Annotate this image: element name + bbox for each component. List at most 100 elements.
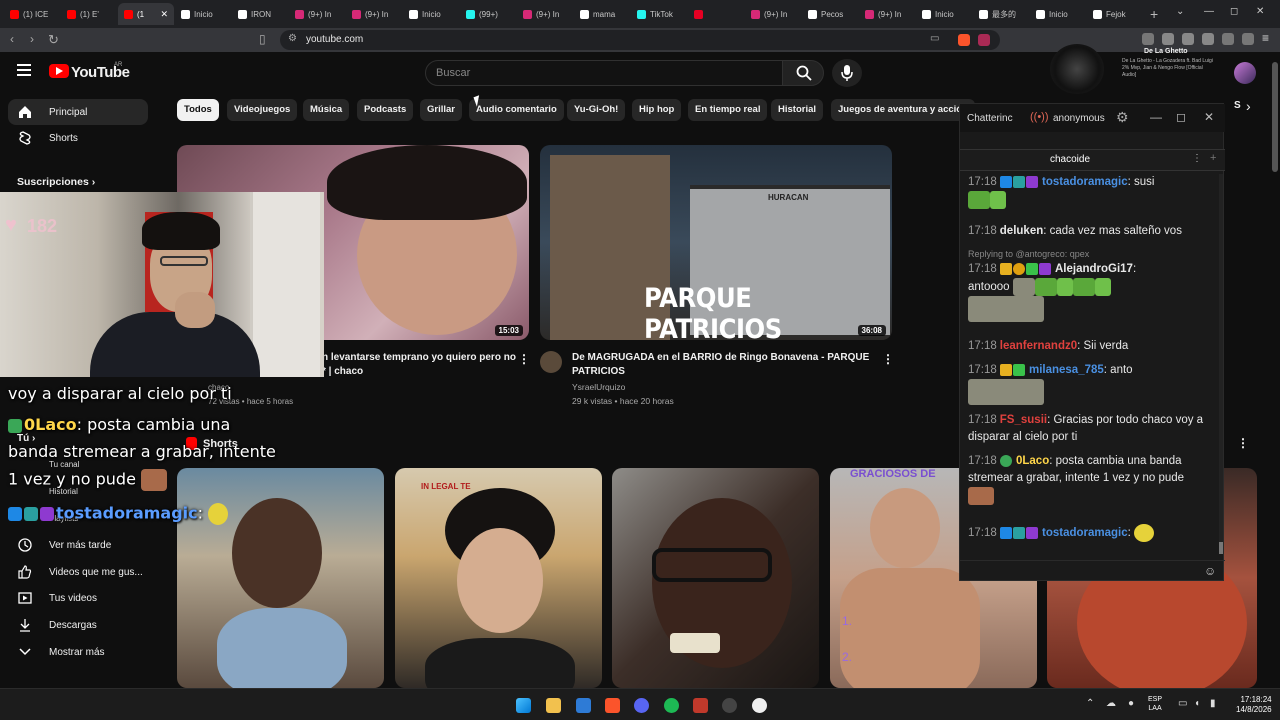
brave-rewards-icon[interactable]: [978, 34, 990, 46]
shorts-menu-icon[interactable]: ⋮: [1237, 436, 1249, 450]
minimize-window-icon[interactable]: —: [1204, 6, 1214, 17]
close-window-icon[interactable]: ✕: [1256, 6, 1264, 17]
url-field[interactable]: ⚙ youtube.com ▭: [280, 30, 1000, 50]
sidebar-item-liked-videos[interactable]: Videos que me gus...: [8, 559, 148, 585]
tab-menu-icon[interactable]: ⋮: [1192, 153, 1202, 164]
browser-tab[interactable]: (9+) In: [289, 3, 345, 25]
filter-chip[interactable]: Podcasts: [357, 99, 414, 121]
filter-chip[interactable]: Música: [303, 99, 350, 121]
close-tab-icon[interactable]: ✕: [160, 9, 168, 20]
hamburger-menu-icon[interactable]: [17, 64, 31, 76]
leo-ai-icon[interactable]: [1222, 33, 1234, 45]
search-input[interactable]: Buscar: [425, 60, 783, 86]
minimize-icon[interactable]: —: [1150, 110, 1162, 124]
sidebar-item-watch-later[interactable]: Ver más tarde: [8, 532, 148, 558]
chat-scrollbar-thumb[interactable]: [1219, 542, 1223, 554]
browser-tab[interactable]: Inicio: [1030, 3, 1086, 25]
emoji-picker-icon[interactable]: ☺: [1204, 564, 1216, 578]
cast-icon[interactable]: ▭: [930, 33, 939, 44]
subscriptions-heading[interactable]: Suscripciones ›: [17, 176, 95, 188]
video-thumbnail[interactable]: HURACAN PARQUE PATRICIOS 36:08: [540, 145, 892, 340]
short-thumbnail[interactable]: [612, 468, 819, 688]
filter-chip[interactable]: Todos: [177, 99, 219, 121]
filter-chip[interactable]: Hip hop: [632, 99, 682, 121]
youtube-logo-icon[interactable]: [49, 64, 69, 78]
filter-chip[interactable]: Yu-Gi-Oh!: [567, 99, 626, 121]
input-language[interactable]: ESP LAA: [1148, 695, 1162, 713]
browser-tab[interactable]: (9+) In: [517, 3, 573, 25]
browser-tab[interactable]: (99+): [460, 3, 516, 25]
browser-tab[interactable]: Fejok: [1087, 3, 1143, 25]
back-icon[interactable]: ‹: [10, 32, 14, 46]
sidebar-item-your-videos[interactable]: Tus videos: [8, 585, 148, 611]
add-split-icon[interactable]: +: [1210, 152, 1216, 164]
browser-tab[interactable]: 最多的: [973, 3, 1029, 25]
filter-chip[interactable]: Videojuegos: [227, 99, 298, 121]
menu-icon[interactable]: ≡: [1262, 31, 1269, 45]
vpn-icon[interactable]: [1242, 33, 1254, 45]
video-title[interactable]: n levantarse temprano yo quiero pero no *…: [322, 351, 517, 379]
message-user[interactable]: tostadoramagic: [1042, 176, 1128, 188]
browser-tab[interactable]: (1) ICE: [4, 3, 60, 25]
message-user[interactable]: deluken: [1000, 225, 1043, 237]
sidebar-item-your-channel[interactable]: Tu canal: [49, 460, 79, 469]
brave-shields-icon[interactable]: [958, 34, 970, 46]
video-menu-icon[interactable]: ⋮: [882, 352, 894, 366]
channel-name[interactable]: YsraelUrquizo: [572, 382, 625, 392]
message-user[interactable]: AlejandroGi17: [1055, 263, 1133, 275]
voice-search-button[interactable]: [832, 59, 862, 87]
brave-browser-icon[interactable]: [605, 698, 620, 713]
close-icon[interactable]: ✕: [1204, 110, 1214, 124]
filter-chip[interactable]: Juegos de aventura y acción: [831, 99, 975, 121]
page-scrollbar-thumb[interactable]: [1272, 62, 1278, 172]
chatterino-account[interactable]: anonymous: [1053, 113, 1105, 124]
filter-chip[interactable]: Historial: [771, 99, 824, 121]
obs-recording-icon[interactable]: [693, 698, 708, 713]
browser-tab[interactable]: TikTok: [631, 3, 687, 25]
sidebar-item-show-more[interactable]: Mostrar más: [8, 639, 148, 665]
new-tab-button[interactable]: +: [1150, 6, 1158, 22]
browser-tab[interactable]: (9+) In: [859, 3, 915, 25]
gear-icon[interactable]: ⚙: [1116, 109, 1129, 126]
tray-overflow-icon[interactable]: ⌃: [1086, 698, 1094, 709]
message-user[interactable]: FS_susii: [1000, 414, 1047, 426]
forward-icon[interactable]: ›: [30, 32, 34, 46]
browser-tab[interactable]: (1) E': [61, 3, 117, 25]
message-user[interactable]: 0Laco: [1016, 455, 1049, 467]
chat-input[interactable]: ☺: [960, 560, 1225, 582]
channel-avatar[interactable]: [540, 351, 562, 373]
bookmark-icon[interactable]: ▯: [259, 32, 266, 46]
tab-channel[interactable]: chacoide: [960, 154, 1180, 165]
filter-chip[interactable]: Audio comentario: [469, 99, 564, 121]
obs-studio-icon[interactable]: [722, 698, 737, 713]
chat-scrollbar[interactable]: [1219, 174, 1223, 554]
site-info-icon[interactable]: ⚙: [288, 33, 297, 44]
chip-scroll-right-icon[interactable]: ›: [1246, 98, 1251, 114]
maximize-icon[interactable]: ◻: [1176, 110, 1186, 124]
message-user[interactable]: milanesa_785: [1029, 364, 1104, 376]
bing-icon[interactable]: [576, 698, 591, 713]
maximize-window-icon[interactable]: ◻: [1230, 6, 1238, 17]
discord-icon[interactable]: [634, 698, 649, 713]
sidebar-item-shorts[interactable]: Shorts: [8, 125, 148, 151]
video-title[interactable]: De MAGRUGADA en el BARRIO de Ringo Bonav…: [572, 351, 872, 379]
short-thumbnail[interactable]: IN LEGAL TE: [395, 468, 602, 688]
chatterino-taskbar-icon[interactable]: [752, 698, 767, 713]
browser-tab[interactable]: [688, 3, 744, 25]
spotify-icon[interactable]: [664, 698, 679, 713]
browser-tab[interactable]: Inicio: [916, 3, 972, 25]
short-thumbnail[interactable]: [177, 468, 384, 688]
browser-tab[interactable]: Inicio: [403, 3, 459, 25]
browser-tab[interactable]: (9+) In: [346, 3, 402, 25]
network-icon[interactable]: ▭: [1178, 698, 1187, 709]
account-avatar[interactable]: [1234, 62, 1256, 84]
message-user[interactable]: leanfernandz0: [1000, 340, 1077, 352]
browser-tab[interactable]: mama: [574, 3, 630, 25]
message-user[interactable]: tostadoramagic: [1042, 527, 1128, 539]
tab-search-icon[interactable]: ⌄: [1176, 6, 1184, 17]
volume-icon[interactable]: ◖: [1194, 698, 1200, 709]
start-button-icon[interactable]: [516, 698, 531, 713]
browser-tab[interactable]: (1 ✕: [118, 3, 174, 25]
reload-icon[interactable]: ↻: [48, 32, 59, 48]
browser-tab[interactable]: Pecos: [802, 3, 858, 25]
